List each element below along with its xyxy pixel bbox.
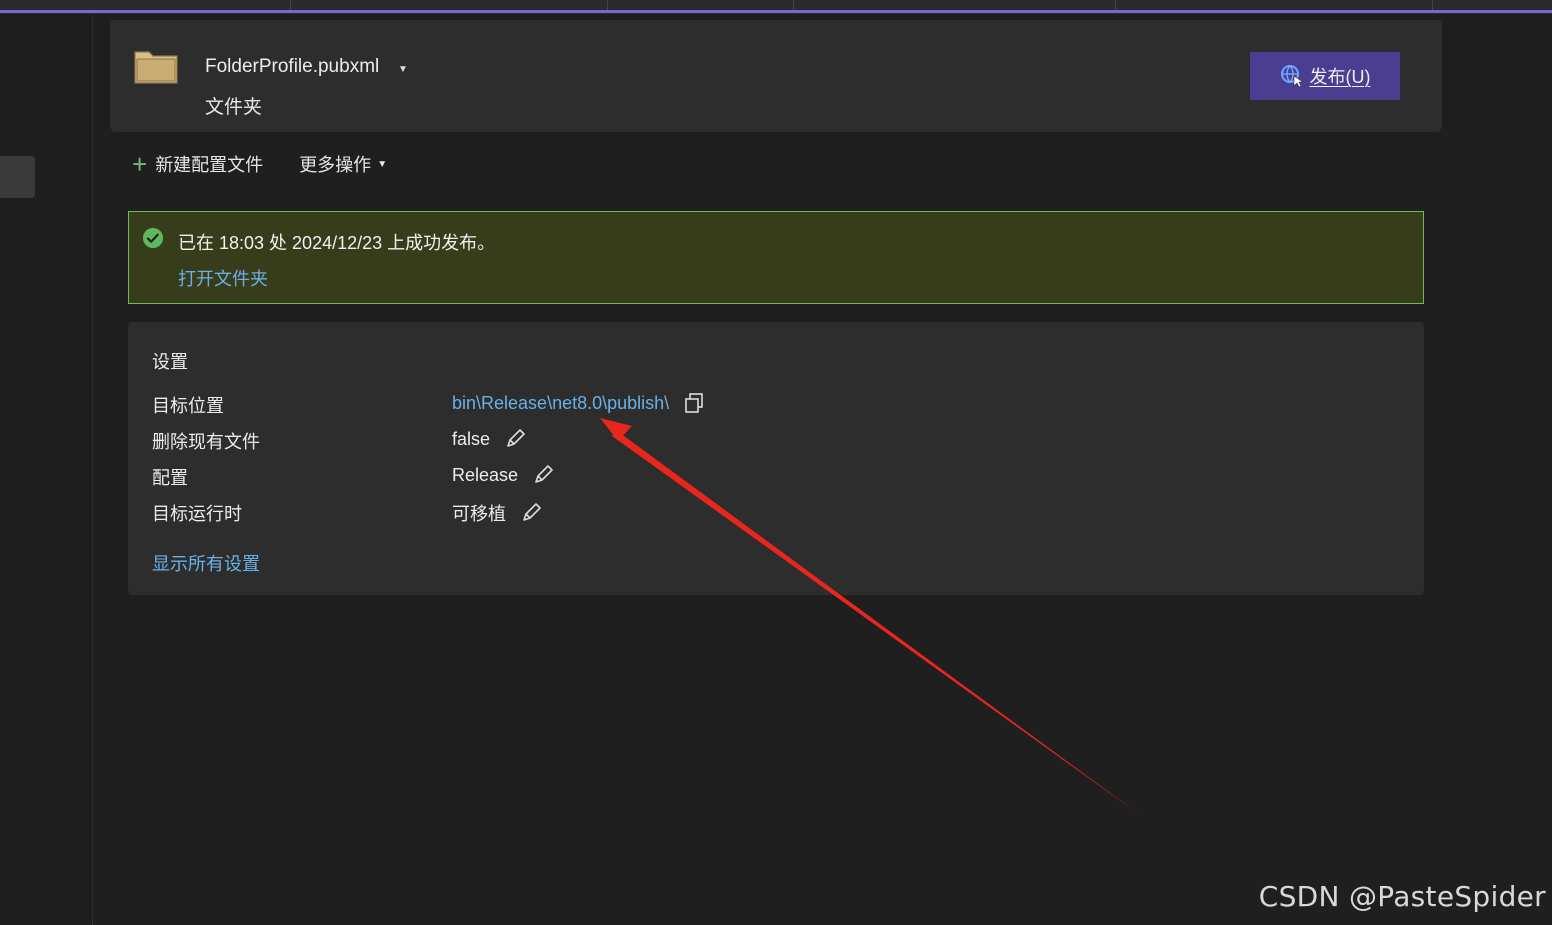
settings-panel: 设置 目标位置 bin\Release\net8.0\publish\ 删除现有… (128, 322, 1424, 595)
active-tab-accent (0, 10, 1552, 13)
setting-row-target-runtime: 目标运行时 可移植 (152, 496, 952, 526)
profile-type-label: 文件夹 (205, 97, 263, 118)
publish-button-label: 发布(U) (1309, 67, 1371, 87)
left-gutter (0, 14, 93, 925)
setting-row-configuration: 配置 Release (152, 460, 952, 490)
top-tab-strip (0, 0, 1552, 14)
setting-row-target-location: 目标位置 bin\Release\net8.0\publish\ (152, 388, 952, 418)
editor-tab[interactable] (292, 0, 608, 10)
profile-header: FolderProfile.pubxml ▼ 文件夹 发布(U) (110, 20, 1442, 132)
more-actions-menu[interactable]: 更多操作 ▼ (299, 151, 387, 177)
target-location-link[interactable]: bin\Release\net8.0\publish\ (452, 393, 669, 414)
new-profile-button[interactable]: + 新建配置文件 (132, 151, 263, 177)
side-panel-tab[interactable] (0, 156, 35, 198)
chevron-down-icon[interactable]: ▼ (398, 64, 408, 75)
editor-tab[interactable] (8, 0, 291, 10)
success-banner: 已在 18:03 处 2024/12/23 上成功发布。 打开文件夹 (128, 211, 1424, 304)
folder-icon (134, 51, 178, 84)
settings-title: 设置 (152, 352, 188, 372)
chevron-down-icon: ▼ (377, 158, 388, 170)
watermark: CSDN @PasteSpider (1258, 880, 1546, 913)
editor-tab[interactable] (795, 0, 1116, 10)
open-folder-link[interactable]: 打开文件夹 (178, 265, 268, 291)
publish-button[interactable]: 发布(U) (1250, 52, 1400, 100)
publish-page: FolderProfile.pubxml ▼ 文件夹 发布(U) + 新建配置文… (94, 14, 1552, 925)
setting-label: 删除现有文件 (152, 432, 260, 452)
check-circle-icon (143, 228, 163, 248)
more-actions-label: 更多操作 (299, 155, 372, 175)
plus-icon: + (132, 149, 148, 179)
setting-row-delete-existing: 删除现有文件 false (152, 424, 952, 454)
setting-value: 可移植 (452, 504, 506, 524)
setting-label: 目标运行时 (152, 504, 242, 524)
profile-selector[interactable]: FolderProfile.pubxml (205, 56, 379, 78)
setting-label: 配置 (152, 468, 188, 488)
editor-tab[interactable] (609, 0, 794, 10)
copy-icon[interactable] (683, 392, 705, 414)
pencil-icon[interactable] (504, 428, 526, 450)
pencil-icon[interactable] (520, 502, 542, 524)
editor-tab[interactable] (1117, 0, 1433, 10)
pencil-icon[interactable] (532, 464, 554, 486)
profile-actions: + 新建配置文件 更多操作 ▼ (132, 150, 387, 178)
globe-publish-icon (1280, 65, 1304, 88)
success-message: 已在 18:03 处 2024/12/23 上成功发布。 (178, 233, 496, 253)
setting-label: 目标位置 (152, 396, 224, 416)
show-all-settings-link[interactable]: 显示所有设置 (152, 550, 260, 576)
setting-value: Release (452, 464, 519, 485)
new-profile-label: 新建配置文件 (155, 155, 264, 175)
setting-value: false (452, 428, 491, 449)
